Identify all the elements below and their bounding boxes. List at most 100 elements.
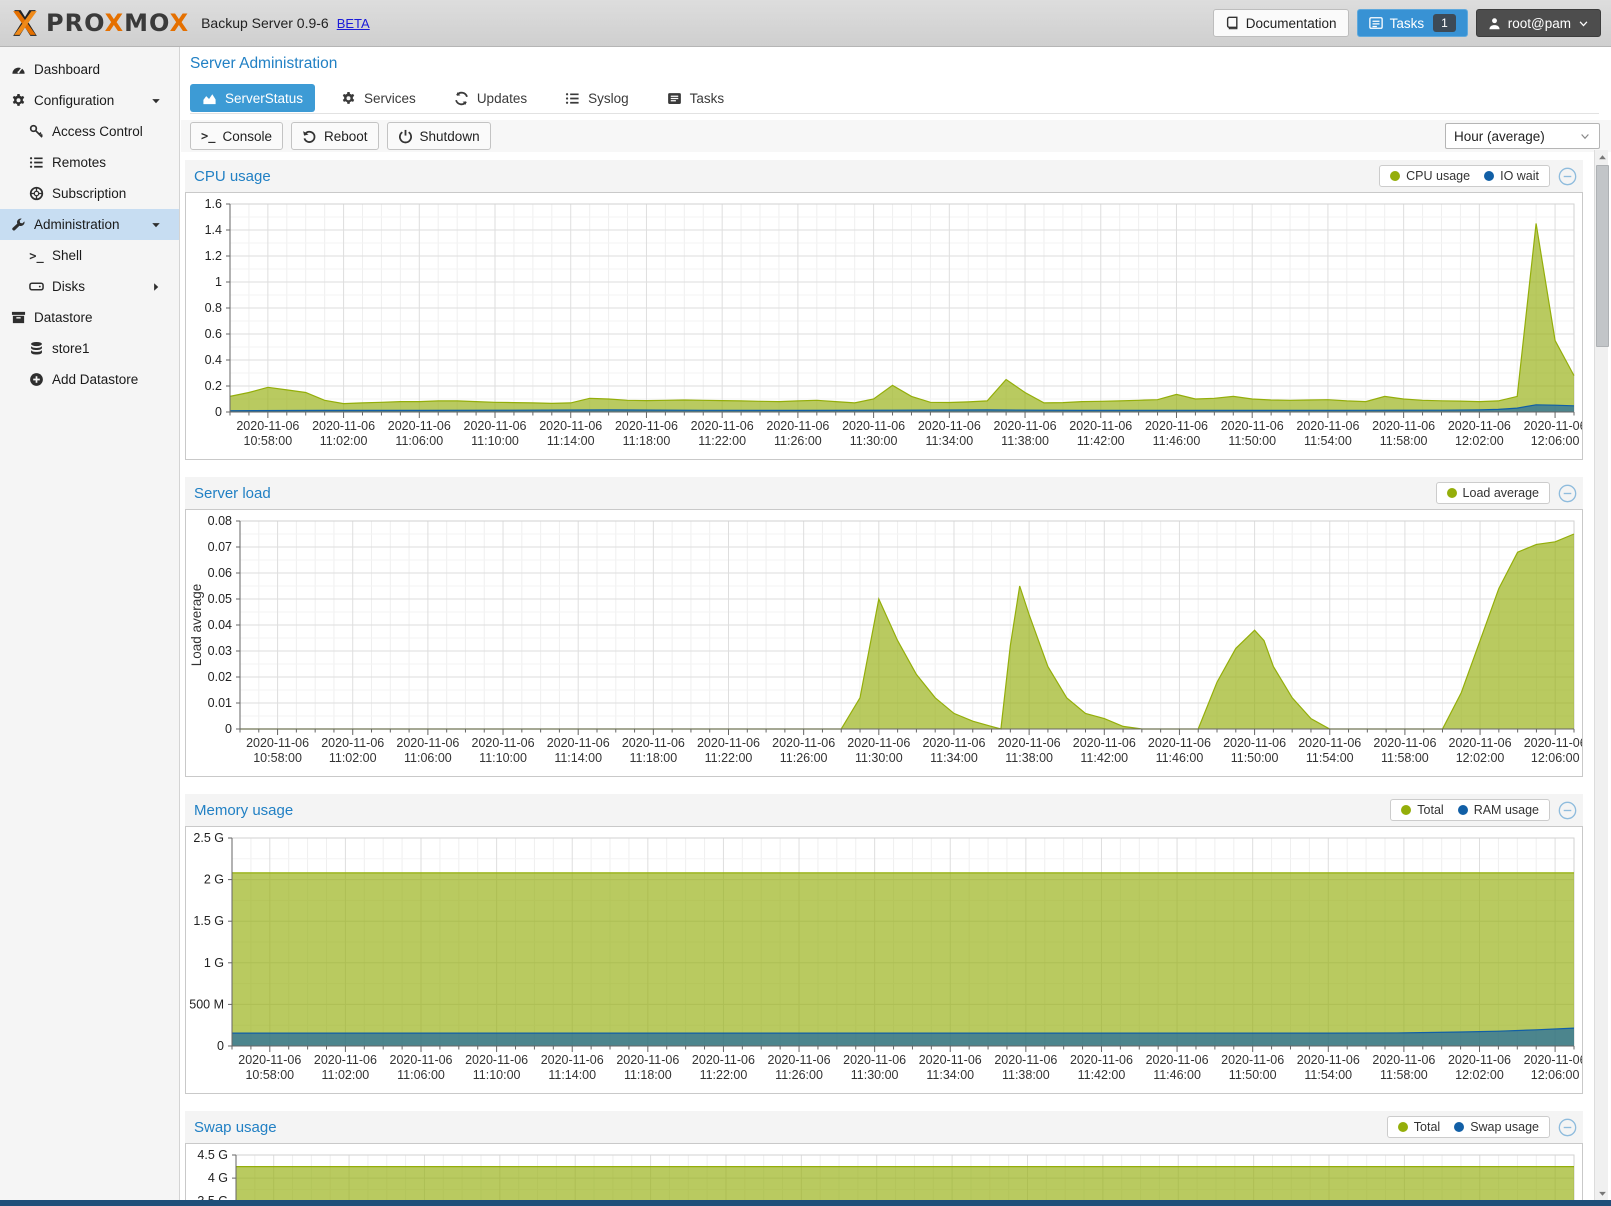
svg-text:1.4: 1.4 xyxy=(205,223,222,237)
legend-item-total[interactable]: Total xyxy=(1401,803,1443,817)
svg-text:2020-11-06: 2020-11-06 xyxy=(847,736,910,750)
tab-label: Tasks xyxy=(690,91,725,106)
tab-services[interactable]: Services xyxy=(329,84,428,112)
chart-canvas: 0500 M1 G1.5 G2 G2.5 G3 G3.5 G4 G4.5 G20… xyxy=(186,1144,1582,1200)
tab-label: Syslog xyxy=(588,91,629,106)
button-label: Console xyxy=(222,129,272,144)
undo-icon xyxy=(302,129,317,144)
legend-dot xyxy=(1447,488,1457,498)
svg-text:11:38:00: 11:38:00 xyxy=(1001,434,1049,448)
timeframe-select[interactable]: Hour (average) xyxy=(1445,123,1600,149)
collapse-panel-button[interactable] xyxy=(1558,801,1577,820)
legend-item-total[interactable]: Total xyxy=(1398,1120,1440,1134)
chart-legend: Total Swap usage xyxy=(1387,1116,1550,1138)
sidebar-item-label: Access Control xyxy=(52,124,143,139)
svg-text:2020-11-06: 2020-11-06 xyxy=(1524,419,1582,433)
legend-item-load-average[interactable]: Load average xyxy=(1447,486,1539,500)
bottom-edge-strip xyxy=(0,1200,1611,1206)
svg-text:11:18:00: 11:18:00 xyxy=(623,434,671,448)
panel-header: CPU usageCPU usage IO wait xyxy=(185,160,1583,192)
svg-text:1.5 G: 1.5 G xyxy=(193,914,224,928)
svg-text:12:02:00: 12:02:00 xyxy=(1455,434,1504,448)
proxmox-x-icon xyxy=(10,9,40,37)
documentation-label: Documentation xyxy=(1246,16,1337,31)
scrollbar-thumb[interactable] xyxy=(1596,165,1609,347)
collapse-panel-button[interactable] xyxy=(1558,484,1577,503)
sidebar-item-dashboard[interactable]: Dashboard xyxy=(0,54,179,85)
sidebar-item-remotes[interactable]: Remotes xyxy=(0,147,179,178)
tab-syslog[interactable]: Syslog xyxy=(553,84,641,112)
sidebar-item-add-datastore[interactable]: Add Datastore xyxy=(0,364,179,395)
svg-text:2020-11-06: 2020-11-06 xyxy=(919,1053,982,1067)
svg-text:2020-11-06: 2020-11-06 xyxy=(246,736,309,750)
svg-text:0.8: 0.8 xyxy=(205,301,222,315)
legend-item-io-wait[interactable]: IO wait xyxy=(1484,169,1539,183)
chart-legend: CPU usage IO wait xyxy=(1379,165,1550,187)
svg-text:10:58:00: 10:58:00 xyxy=(244,434,293,448)
svg-text:12:06:00: 12:06:00 xyxy=(1531,434,1580,448)
legend-dot xyxy=(1458,805,1468,815)
svg-text:1.2: 1.2 xyxy=(205,249,222,263)
svg-text:11:14:00: 11:14:00 xyxy=(548,1068,596,1082)
database-icon xyxy=(28,341,45,356)
svg-text:12:02:00: 12:02:00 xyxy=(1455,1068,1504,1082)
beta-link[interactable]: BETA xyxy=(337,16,370,31)
shutdown-button[interactable]: Shutdown xyxy=(387,122,491,150)
legend-label: Total xyxy=(1417,803,1443,817)
sidebar-item-label: Subscription xyxy=(52,186,126,201)
legend-label: Swap usage xyxy=(1470,1120,1539,1134)
sidebar-item-label: Dashboard xyxy=(34,62,100,77)
svg-text:2020-11-06: 2020-11-06 xyxy=(1148,736,1211,750)
key-icon xyxy=(28,124,45,139)
legend-dot xyxy=(1484,171,1494,181)
svg-text:11:50:00: 11:50:00 xyxy=(1228,434,1276,448)
console-button[interactable]: >_Console xyxy=(190,122,283,150)
svg-text:2020-11-06: 2020-11-06 xyxy=(1372,1053,1435,1067)
tab-updates[interactable]: Updates xyxy=(442,84,539,112)
vertical-scrollbar[interactable] xyxy=(1594,150,1608,1200)
sidebar-item-shell[interactable]: >_Shell xyxy=(0,240,179,271)
sidebar-item-store1[interactable]: store1 xyxy=(0,333,179,364)
svg-text:11:54:00: 11:54:00 xyxy=(1304,1068,1352,1082)
sidebar-item-access-control[interactable]: Access Control xyxy=(0,116,179,147)
svg-text:11:50:00: 11:50:00 xyxy=(1231,751,1279,765)
tab-label: Services xyxy=(364,91,416,106)
collapse-panel-button[interactable] xyxy=(1558,1118,1577,1137)
svg-text:2020-11-06: 2020-11-06 xyxy=(1223,736,1286,750)
svg-text:11:06:00: 11:06:00 xyxy=(395,434,443,448)
legend-item-cpu-usage[interactable]: CPU usage xyxy=(1390,169,1470,183)
svg-text:2020-11-06: 2020-11-06 xyxy=(918,419,981,433)
svg-text:11:34:00: 11:34:00 xyxy=(926,1068,974,1082)
tab-tasks[interactable]: Tasks xyxy=(655,84,737,112)
svg-text:1: 1 xyxy=(215,275,222,289)
scroll-up-arrow[interactable] xyxy=(1595,150,1609,164)
reboot-button[interactable]: Reboot xyxy=(291,122,379,150)
legend-item-swap-usage[interactable]: Swap usage xyxy=(1454,1120,1539,1134)
power-icon xyxy=(398,129,413,144)
sidebar-item-disks[interactable]: Disks xyxy=(0,271,179,302)
collapse-panel-button[interactable] xyxy=(1558,167,1577,186)
archive-icon xyxy=(10,310,27,325)
sidebar-nav: Dashboard Configuration Access Control Remo… xyxy=(0,47,180,1200)
caret-right-icon[interactable] xyxy=(147,281,164,293)
caret-down-icon[interactable] xyxy=(147,95,164,107)
svg-text:10:58:00: 10:58:00 xyxy=(245,1068,294,1082)
svg-text:0.07: 0.07 xyxy=(208,540,232,554)
chart-canvas: 00.010.020.030.040.050.060.070.082020-11… xyxy=(186,510,1582,773)
sidebar-item-administration[interactable]: Administration xyxy=(0,209,179,240)
user-icon xyxy=(1488,17,1501,30)
user-menu-button[interactable]: root@pam xyxy=(1476,9,1601,37)
tasks-button[interactable]: Tasks 1 xyxy=(1357,9,1468,37)
documentation-button[interactable]: Documentation xyxy=(1213,9,1349,37)
scroll-down-arrow[interactable] xyxy=(1595,1186,1609,1200)
caret-down-icon[interactable] xyxy=(147,219,164,231)
sidebar-item-datastore[interactable]: Datastore xyxy=(0,302,179,333)
legend-dot xyxy=(1398,1122,1408,1132)
refresh-icon xyxy=(454,91,469,106)
sidebar-item-subscription[interactable]: Subscription xyxy=(0,178,179,209)
legend-item-ram-usage[interactable]: RAM usage xyxy=(1458,803,1539,817)
tab-serverstatus[interactable]: ServerStatus xyxy=(190,84,315,112)
panel-header: Server loadLoad average xyxy=(185,477,1583,509)
sidebar-item-configuration[interactable]: Configuration xyxy=(0,85,179,116)
svg-text:2020-11-06: 2020-11-06 xyxy=(692,1053,755,1067)
